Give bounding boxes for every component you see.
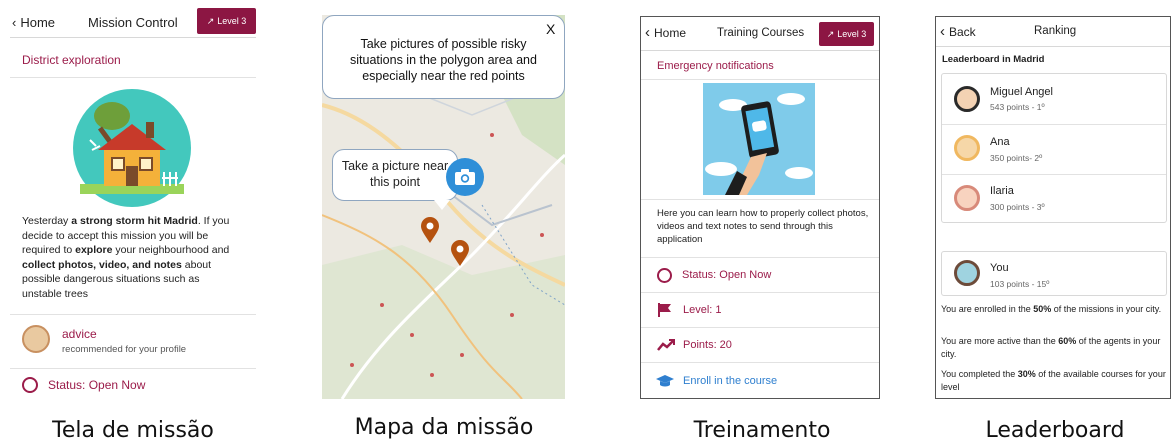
bubble-text: Take a picture near this point bbox=[341, 159, 449, 189]
avatar bbox=[22, 325, 50, 353]
caption-map: Mapa da missão bbox=[354, 415, 534, 440]
desc-3: explore bbox=[75, 244, 113, 256]
enroll-text: Enroll in the course bbox=[683, 375, 778, 387]
level-badge[interactable]: ↗ Level 3 bbox=[197, 8, 256, 34]
you-name: You bbox=[990, 262, 1009, 274]
page-title: Ranking bbox=[1034, 25, 1077, 37]
map-screen: Take pictures of possible risky situatio… bbox=[322, 15, 565, 399]
trend-icon: ↗ bbox=[826, 28, 835, 39]
training-header: ‹ Home Training Courses ↗ Level 3 bbox=[641, 17, 879, 51]
section-divider bbox=[641, 79, 879, 80]
desc-5: collect photos, video, and notes bbox=[22, 258, 182, 271]
stat-line: You are enrolled in the 50% of the missi… bbox=[941, 303, 1167, 316]
back-button[interactable]: ‹ Home bbox=[645, 24, 686, 41]
graduation-cap-icon bbox=[656, 375, 674, 387]
mission-header: ‹ Home Mission Control ↗ Level 3 bbox=[10, 8, 256, 38]
page-title: Training Courses bbox=[717, 27, 805, 39]
stat-value: 30% bbox=[1017, 369, 1036, 379]
flag-icon bbox=[658, 303, 671, 317]
points-text: Points: 20 bbox=[683, 339, 732, 351]
entry-points: 543 points - 1º bbox=[990, 102, 1045, 112]
leaderboard-entry[interactable]: Ana 350 points- 2º bbox=[942, 124, 1166, 174]
status-row: Status: Open Now bbox=[10, 368, 256, 401]
status-text: Status: Open Now bbox=[682, 269, 772, 281]
page-title: Mission Control bbox=[88, 15, 178, 30]
leaderboard-title: Leaderboard in Madrid bbox=[942, 54, 1045, 65]
desc-1: a strong storm hit Madrid bbox=[71, 215, 198, 227]
status-text: Status: Open Now bbox=[48, 378, 146, 392]
ranking-header: ‹ Back Ranking bbox=[936, 17, 1170, 47]
level-text: Level: 1 bbox=[683, 304, 722, 316]
camera-icon bbox=[455, 169, 475, 185]
stopwatch-icon bbox=[657, 267, 672, 283]
course-description: Here you can learn how to properly colle… bbox=[657, 208, 869, 245]
entry-points: 350 points- 2º bbox=[990, 153, 1043, 163]
phone-illustration bbox=[703, 83, 815, 195]
map-marker[interactable] bbox=[450, 239, 470, 267]
advice-subtitle: recommended for your profile bbox=[62, 344, 187, 355]
ranking-screen: ‹ Back Ranking Leaderboard in Madrid Mig… bbox=[935, 16, 1171, 399]
stat-text: You completed the bbox=[941, 369, 1018, 379]
section-title: Emergency notifications bbox=[657, 60, 774, 72]
stat-text: You are enrolled in the bbox=[941, 304, 1034, 314]
leaderboard-entry[interactable]: Ilaria 300 points - 3º bbox=[942, 174, 1166, 222]
instruction-tooltip: Take pictures of possible risky situatio… bbox=[322, 15, 565, 99]
section-divider bbox=[641, 199, 879, 200]
section-title: District exploration bbox=[22, 53, 121, 67]
entry-name: Ilaria bbox=[990, 185, 1014, 197]
mission-screen: ‹ Home Mission Control ↗ Level 3 Distric… bbox=[10, 8, 256, 401]
avatar bbox=[954, 185, 980, 211]
stat-text: of the missions in your city. bbox=[1051, 304, 1162, 314]
entry-points: 300 points - 3º bbox=[990, 202, 1045, 212]
level-badge[interactable]: ↗ Level 3 bbox=[819, 22, 874, 46]
stat-value: 60% bbox=[1058, 336, 1077, 346]
entry-name: Ana bbox=[990, 136, 1010, 148]
camera-button[interactable] bbox=[446, 158, 484, 196]
stat-value: 50% bbox=[1033, 304, 1052, 314]
mission-description: Yesterday a strong storm hit Madrid. If … bbox=[22, 214, 237, 301]
advice-title: advice bbox=[62, 327, 97, 341]
chevron-left-icon: ‹ bbox=[12, 15, 17, 30]
you-points: 103 points - 15º bbox=[990, 279, 1050, 289]
entry-name: Miguel Angel bbox=[990, 86, 1053, 98]
stat-line: You completed the 30% of the available c… bbox=[941, 368, 1167, 394]
back-button[interactable]: ‹ Back bbox=[940, 23, 976, 40]
caption-mission: Tela de missão bbox=[52, 418, 214, 443]
stat-line: You are more active than the 60% of the … bbox=[941, 335, 1167, 361]
leaderboard-list: Miguel Angel 543 points - 1º Ana 350 poi… bbox=[941, 73, 1167, 223]
tooltip-text: Take pictures of possible risky situatio… bbox=[350, 37, 537, 83]
back-button[interactable]: ‹ Home bbox=[12, 15, 55, 30]
advice-row[interactable]: advice recommended for your profile bbox=[10, 314, 256, 364]
status-row: Status: Open Now bbox=[641, 257, 879, 292]
avatar bbox=[954, 86, 980, 112]
leaderboard-entry[interactable]: Miguel Angel 543 points - 1º bbox=[942, 74, 1166, 124]
desc-4: your neighbourhood and bbox=[112, 244, 230, 256]
stopwatch-icon bbox=[22, 377, 38, 393]
chevron-left-icon: ‹ bbox=[645, 24, 650, 41]
you-card[interactable]: You 103 points - 15º bbox=[941, 251, 1167, 296]
training-screen: ‹ Home Training Courses ↗ Level 3 Emerge… bbox=[640, 16, 880, 399]
trend-icon: ↗ bbox=[206, 15, 215, 26]
trend-up-icon bbox=[657, 339, 675, 351]
photo-bubble: Take a picture near this point bbox=[332, 149, 458, 201]
points-row: Points: 20 bbox=[641, 327, 879, 362]
chevron-left-icon: ‹ bbox=[940, 23, 945, 40]
house-illustration bbox=[72, 88, 192, 208]
avatar bbox=[954, 135, 980, 161]
caption-training: Treinamento bbox=[693, 418, 831, 443]
desc-0: Yesterday bbox=[22, 215, 72, 227]
stat-text: You are more active than the bbox=[941, 336, 1059, 346]
level-row: Level: 1 bbox=[641, 292, 879, 327]
caption-leaderboard: Leaderboard bbox=[985, 418, 1125, 443]
map-marker[interactable] bbox=[420, 216, 440, 244]
section-divider bbox=[10, 77, 256, 78]
close-button[interactable]: X bbox=[546, 21, 555, 37]
enroll-button[interactable]: Enroll in the course bbox=[641, 362, 879, 398]
bubble-tail bbox=[434, 200, 450, 210]
avatar bbox=[954, 260, 980, 286]
